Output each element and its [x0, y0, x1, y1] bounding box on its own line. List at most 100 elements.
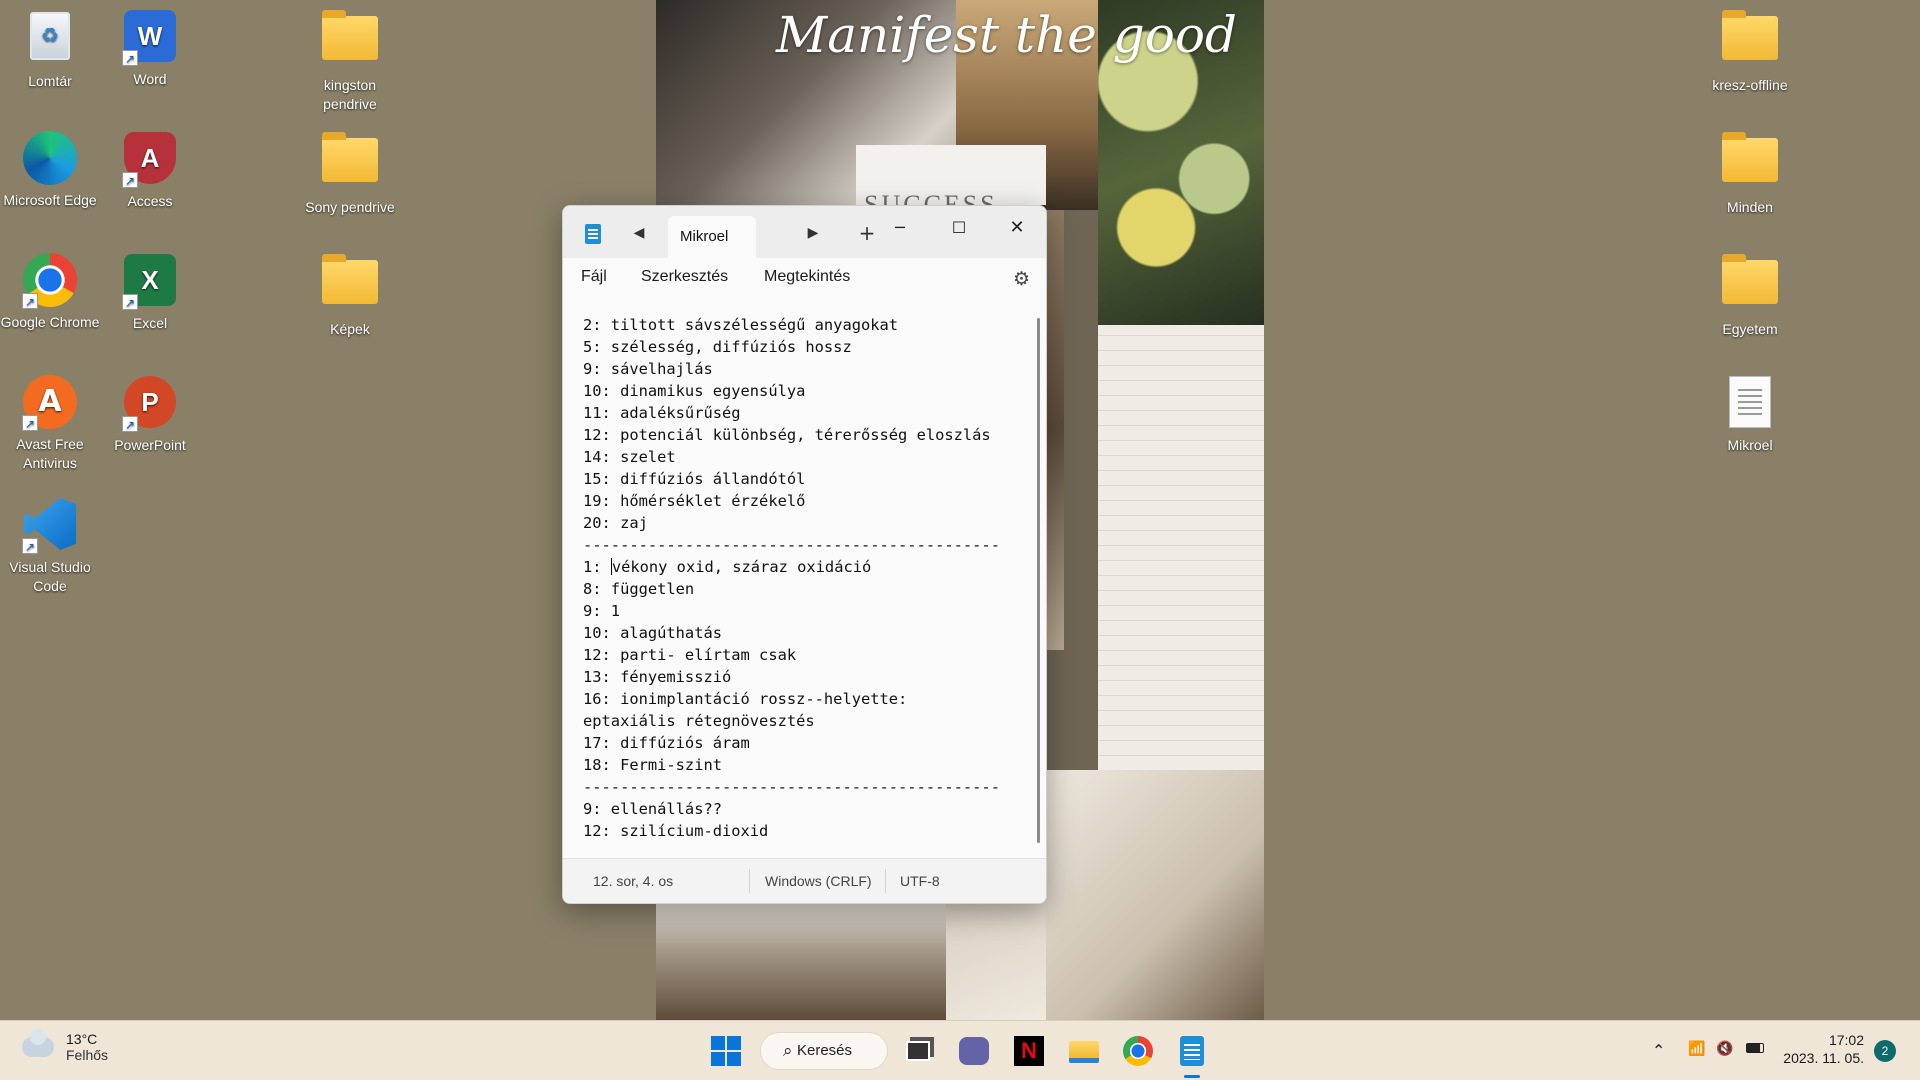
- battery-icon[interactable]: [1746, 1041, 1764, 1057]
- start-button[interactable]: [710, 1035, 742, 1067]
- desktop-folder-sony[interactable]: Sony pendrive: [300, 130, 400, 217]
- editor-text[interactable]: 2: tiltott sávszélességű anyagokat 5: szé…: [583, 314, 1028, 842]
- editor-line[interactable]: 9: 1: [583, 600, 1028, 622]
- notepad-window[interactable]: ◀ Mikroel ▶ + ─ ☐ ✕ Fájl Szerkesztés Meg…: [562, 205, 1047, 904]
- editor-line[interactable]: 18: Fermi-szint: [583, 754, 1028, 776]
- editor-line[interactable]: 19: hőmérséklet érzékelő: [583, 490, 1028, 512]
- desktop-folder-kingston[interactable]: kingston pendrive: [300, 8, 400, 114]
- text-file-icon: [1729, 376, 1771, 428]
- editor-line[interactable]: 11: adaléksűrűség: [583, 402, 1028, 424]
- desktop-folder-kresz-offline[interactable]: kresz-offline: [1700, 8, 1800, 95]
- taskbar-notepad[interactable]: [1176, 1035, 1208, 1067]
- wallpaper-photo-reading: [1041, 770, 1264, 1020]
- settings-gear-icon[interactable]: ⚙: [1013, 268, 1030, 291]
- notepad-icon: [585, 224, 601, 244]
- desktop-icon-powerpoint[interactable]: P ↗ PowerPoint: [100, 374, 200, 455]
- shortcut-arrow-icon: ↗: [122, 294, 138, 310]
- wallpaper-photo-sheet: [946, 900, 1046, 1020]
- menu-view[interactable]: Megtekintés: [764, 268, 850, 286]
- text-editor[interactable]: 2: tiltott sávszélességű anyagokat 5: szé…: [563, 298, 1046, 860]
- netflix-icon: N: [1014, 1036, 1044, 1066]
- search-label: Keresés: [797, 1042, 853, 1059]
- desktop-icon-label: kingston pendrive: [323, 77, 377, 112]
- desktop-icon-vscode[interactable]: ↗ Visual Studio Code: [0, 496, 100, 596]
- taskbar-search[interactable]: ⌕ Keresés: [760, 1032, 888, 1070]
- desktop-icon-label: Sony pendrive: [305, 199, 395, 215]
- editor-line[interactable]: 5: szélesség, diffúziós hossz: [583, 336, 1028, 358]
- windows-logo-icon: [711, 1036, 741, 1066]
- editor-line[interactable]: 10: alagúthatás: [583, 622, 1028, 644]
- maximize-button[interactable]: ☐: [936, 212, 982, 244]
- desktop-folder-minden[interactable]: Minden: [1700, 130, 1800, 217]
- folder-icon: [322, 132, 378, 182]
- title-bar[interactable]: ◀ Mikroel ▶ + ─ ☐ ✕: [563, 206, 1046, 258]
- editor-line[interactable]: 15: diffúziós állandótól: [583, 468, 1028, 490]
- folder-icon: [1722, 10, 1778, 60]
- desktop-icon-avast[interactable]: A ↗ Avast Free Antivirus: [0, 374, 100, 473]
- wallpaper-photo-notes: [656, 900, 946, 1020]
- editor-line[interactable]: 10: dinamikus egyensúlya: [583, 380, 1028, 402]
- wifi-icon[interactable]: 📶: [1688, 1041, 1705, 1057]
- notification-badge[interactable]: 2: [1874, 1040, 1896, 1062]
- close-button[interactable]: ✕: [994, 212, 1040, 244]
- clock[interactable]: 17:02 2023. 11. 05.: [1780, 1031, 1864, 1067]
- weather-description: Felhős: [66, 1047, 109, 1063]
- tab-mikroel[interactable]: Mikroel: [668, 216, 756, 258]
- tab-scroll-left-icon[interactable]: ◀: [625, 219, 653, 247]
- editor-line[interactable]: 12: parti- elírtam csak: [583, 644, 1028, 666]
- tab-scroll-right-icon[interactable]: ▶: [799, 219, 827, 247]
- editor-line[interactable]: 8: független: [583, 578, 1028, 600]
- desktop-icon-edge[interactable]: Microsoft Edge: [0, 130, 100, 210]
- desktop-file-mikroel[interactable]: Mikroel: [1700, 374, 1800, 455]
- volume-muted-icon[interactable]: 🔇: [1716, 1041, 1733, 1057]
- vertical-scrollbar[interactable]: [1037, 318, 1040, 843]
- desktop-icon-access[interactable]: A ↗ Access: [100, 130, 200, 211]
- taskbar-chrome[interactable]: [1122, 1035, 1154, 1067]
- menu-file[interactable]: Fájl: [581, 268, 607, 286]
- desktop-icon-label: PowerPoint: [114, 437, 186, 453]
- show-hidden-icons-chevron-icon[interactable]: ⌃: [1652, 1041, 1665, 1060]
- task-view-button[interactable]: [902, 1035, 934, 1067]
- desktop-icon-label: Egyetem: [1722, 321, 1778, 337]
- taskbar-netflix[interactable]: N: [1013, 1035, 1045, 1067]
- editor-line[interactable]: 2: tiltott sávszélességű anyagokat: [583, 314, 1028, 336]
- desktop-icon-word[interactable]: W ↗ Word: [100, 8, 200, 89]
- desktop-folder-kepek[interactable]: Képek: [300, 252, 400, 339]
- shortcut-arrow-icon: ↗: [122, 172, 138, 188]
- desktop-icon-excel[interactable]: X ↗ Excel: [100, 252, 200, 333]
- desktop-icon-chrome[interactable]: ↗ Google Chrome: [0, 252, 100, 332]
- desktop-icon-recycle-bin[interactable]: ♻ Lomtár: [0, 8, 100, 91]
- taskbar-teams-chat[interactable]: [958, 1035, 990, 1067]
- desktop-folder-egyetem[interactable]: Egyetem: [1700, 252, 1800, 339]
- notepad-icon: [1180, 1036, 1204, 1066]
- editor-line[interactable]: 9: sávelhajlás: [583, 358, 1028, 380]
- desktop-icon-label: Minden: [1727, 199, 1773, 215]
- editor-line[interactable]: eptaxiális rétegnövesztés: [583, 710, 1028, 732]
- editor-line[interactable]: 17: diffúziós áram: [583, 732, 1028, 754]
- taskbar: 13°C Felhős ⌕ Keresés N ⌃ 📶 🔇 17:02 2023…: [0, 1020, 1920, 1080]
- editor-line[interactable]: 12: szilícium-dioxid: [583, 820, 1028, 842]
- cloud-icon: [22, 1029, 54, 1057]
- editor-line[interactable]: ----------------------------------------…: [583, 776, 1028, 798]
- status-bar: 12. sor, 4. oszlop Windows (CRLF) UTF-8: [563, 858, 1046, 903]
- desktop-icon-label: Visual Studio Code: [9, 559, 91, 594]
- shortcut-arrow-icon: ↗: [122, 416, 138, 432]
- status-line-ending: Windows (CRLF): [765, 873, 872, 889]
- editor-line[interactable]: 1: vékony oxid, száraz oxidáció: [583, 556, 1028, 578]
- editor-line[interactable]: 13: fényemisszió: [583, 666, 1028, 688]
- shortcut-arrow-icon: ↗: [22, 293, 38, 309]
- menu-edit[interactable]: Szerkesztés: [641, 268, 728, 286]
- taskbar-file-explorer[interactable]: [1068, 1035, 1100, 1067]
- editor-line[interactable]: 12: potenciál különbség, térerősség elos…: [583, 424, 1028, 446]
- editor-line[interactable]: 20: zaj: [583, 512, 1028, 534]
- weather-widget[interactable]: 13°C Felhős: [22, 1029, 109, 1063]
- desktop-icon-label: Microsoft Edge: [3, 192, 97, 208]
- editor-line[interactable]: 14: szelet: [583, 446, 1028, 468]
- clock-time: 17:02: [1828, 1032, 1864, 1048]
- minimize-button[interactable]: ─: [877, 212, 923, 244]
- editor-line[interactable]: 9: ellenállás??: [583, 798, 1028, 820]
- editor-line[interactable]: ----------------------------------------…: [583, 534, 1028, 556]
- editor-line[interactable]: 16: ionimplantáció rossz--helyette:: [583, 688, 1028, 710]
- folder-icon: [1722, 254, 1778, 304]
- menu-bar: Fájl Szerkesztés Megtekintés ⚙: [563, 258, 1046, 298]
